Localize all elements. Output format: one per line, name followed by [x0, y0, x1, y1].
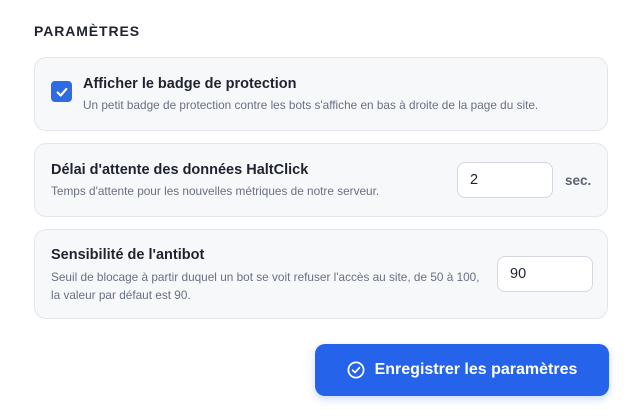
save-settings-label: Enregistrer les paramètres: [374, 361, 578, 378]
save-settings-button[interactable]: Enregistrer les paramètres: [315, 344, 609, 396]
delay-setting-card: Délai d'attente des données HaltClick Te…: [34, 143, 608, 217]
sensitivity-setting-card: Sensibilité de l'antibot Seuil de blocag…: [34, 229, 608, 319]
checkmark-icon: [56, 87, 67, 97]
delay-unit-label: sec.: [565, 173, 592, 188]
delay-setting-description: Temps d'attente pour les nouvelles métri…: [51, 184, 380, 198]
badge-setting-description: Un petit badge de protection contre les …: [83, 98, 539, 112]
badge-setting-card: Afficher le badge de protection Un petit…: [34, 57, 608, 131]
badge-setting-label: Afficher le badge de protection: [83, 76, 297, 92]
badge-checkbox[interactable]: [51, 81, 72, 102]
sensitivity-input[interactable]: [497, 256, 593, 292]
delay-input[interactable]: [457, 162, 553, 198]
section-title: PARAMÈTRES: [34, 23, 140, 39]
sensitivity-setting-label: Sensibilité de l'antibot: [51, 247, 205, 263]
delay-setting-label: Délai d'attente des données HaltClick: [51, 162, 309, 178]
check-circle-icon: [347, 361, 365, 379]
settings-panel: PARAMÈTRES Afficher le badge de protecti…: [0, 0, 641, 418]
sensitivity-setting-description: Seuil de blocage à partir duquel un bot …: [51, 270, 480, 302]
